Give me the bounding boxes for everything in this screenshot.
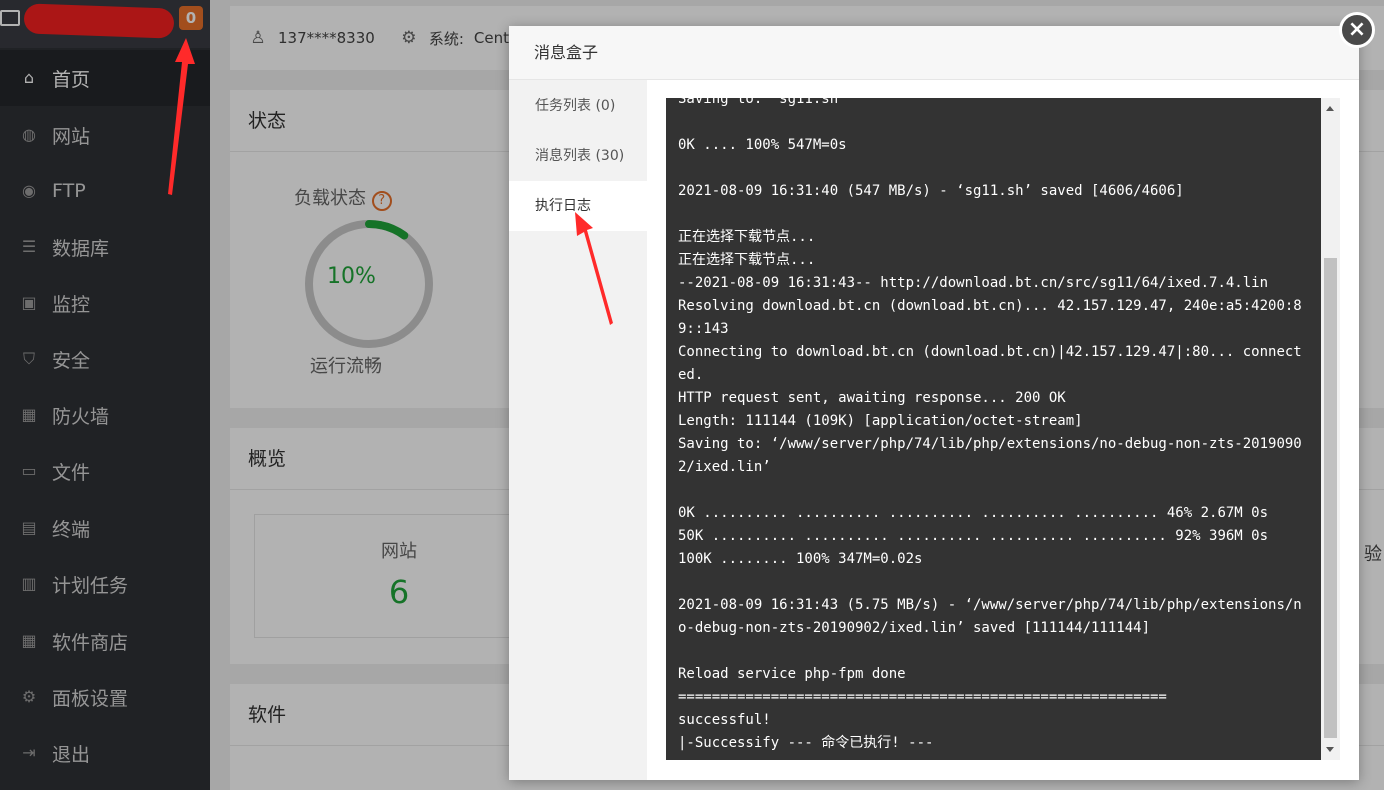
modal-tabs: 任务列表 (0) 消息列表 (30) 执行日志: [509, 80, 647, 780]
log-line: 100K ........ 100% 347M=0.02s: [678, 551, 923, 567]
tab-execution-log[interactable]: 执行日志: [509, 181, 647, 231]
log-line: |-Successify --- 命令已执行! ---: [678, 735, 934, 751]
log-line: 2021-08-09 16:31:43 (5.75 MB/s) - ‘/www/…: [678, 597, 1302, 636]
log-line: 正在选择下载节点...: [678, 229, 816, 245]
log-line: 0K .......... .......... .......... ....…: [678, 505, 1269, 521]
log-line: --2021-08-09 16:31:43-- http://download.…: [678, 275, 1269, 291]
message-box-modal: 消息盒子 任务列表 (0) 消息列表 (30) 执行日志 Saving to: …: [509, 26, 1359, 780]
log-line: 50K .......... .......... .......... ...…: [678, 528, 1269, 544]
log-line: HTTP request sent, awaiting response... …: [678, 390, 1066, 406]
log-line: successful!: [678, 712, 771, 728]
tab-message-list[interactable]: 消息列表 (30): [509, 131, 647, 181]
execution-log-panel[interactable]: Saving to: ‘sg11.sh’ 0K .... 100% 547M=0s…: [666, 98, 1340, 760]
log-line: 0K .... 100% 547M=0s: [678, 137, 847, 153]
log-line: 正在选择下载节点...: [678, 252, 816, 268]
log-line: Resolving download.bt.cn (download.bt.cn…: [678, 298, 1302, 337]
log-scrollbar[interactable]: [1321, 98, 1340, 760]
log-line: Connecting to download.bt.cn (download.b…: [678, 344, 1302, 383]
tab-task-list[interactable]: 任务列表 (0): [509, 81, 647, 131]
log-line: ========================================…: [678, 689, 1167, 705]
log-line: Saving to: ‘/www/server/php/74/lib/php/e…: [678, 436, 1302, 475]
scroll-thumb[interactable]: [1324, 258, 1337, 738]
execution-log-text: Saving to: ‘sg11.sh’ 0K .... 100% 547M=0s…: [678, 98, 1306, 755]
scroll-up-icon[interactable]: [1326, 106, 1334, 111]
log-line: Reload service php-fpm done: [678, 666, 906, 682]
close-modal-button[interactable]: ×: [1339, 12, 1375, 48]
log-line: 2021-08-09 16:31:40 (547 MB/s) - ‘sg11.s…: [678, 183, 1184, 199]
log-line: Length: 111144 (109K) [application/octet…: [678, 413, 1083, 429]
scroll-down-icon[interactable]: [1326, 747, 1334, 752]
log-line: Saving to: ‘sg11.sh’: [678, 98, 847, 107]
modal-title: 消息盒子: [509, 26, 1359, 80]
